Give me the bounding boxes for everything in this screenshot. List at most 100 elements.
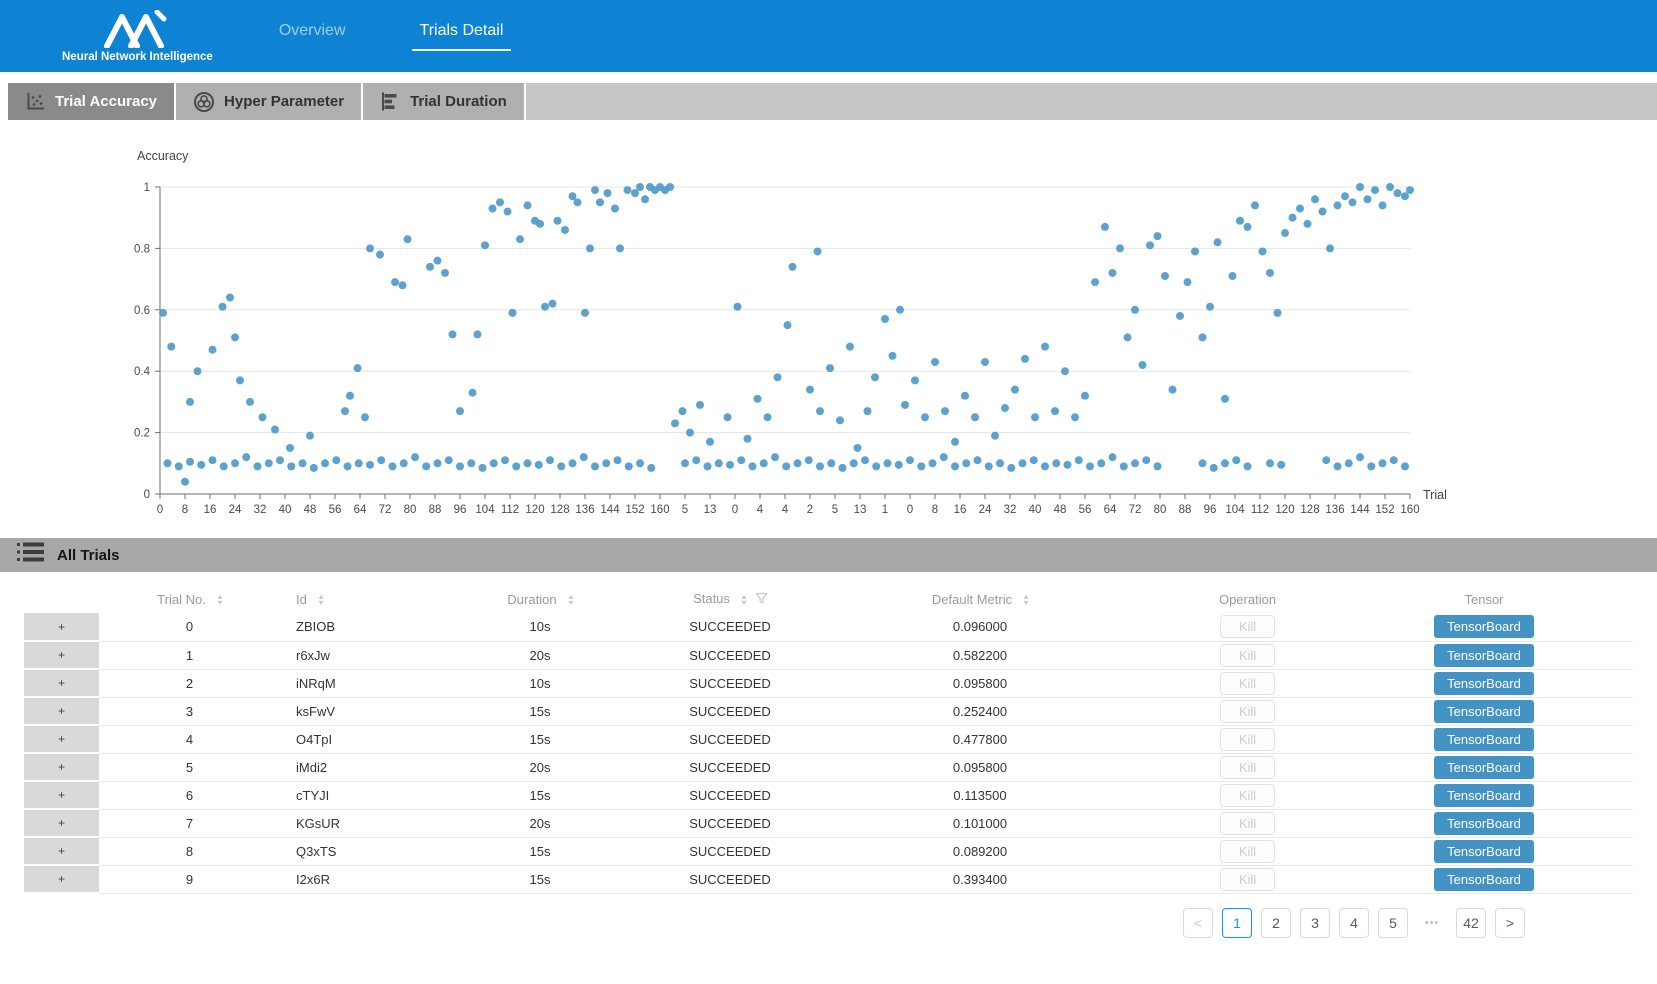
scatter-point[interactable] [1401,462,1409,470]
scatter-point[interactable] [901,401,909,409]
page-ellipsis[interactable]: ••• [1417,908,1447,938]
sort-icon[interactable]: ▴▾ [1024,594,1028,606]
scatter-point[interactable] [1210,464,1218,472]
scatter-point[interactable] [1176,312,1184,320]
scatter-point[interactable] [422,462,430,470]
scatter-point[interactable] [509,309,517,317]
scatter-point[interactable] [1071,413,1079,421]
scatter-point[interactable] [764,413,772,421]
scatter-point[interactable] [512,462,520,470]
scatter-point[interactable] [1379,201,1387,209]
scatter-point[interactable] [611,204,619,212]
page-number-button[interactable]: 1 [1222,908,1252,938]
scatter-point[interactable] [1007,464,1015,472]
scatter-point[interactable] [209,346,217,354]
scatter-point[interactable] [1001,404,1009,412]
scatter-point[interactable] [1341,192,1349,200]
scatter-point[interactable] [929,459,937,467]
scatter-point[interactable] [1061,367,1069,375]
scatter-point[interactable] [1146,241,1154,249]
scatter-point[interactable] [332,456,340,464]
scatter-point[interactable] [864,407,872,415]
row-expander[interactable]: + [24,753,99,781]
scatter-point[interactable] [1161,272,1169,280]
scatter-point[interactable] [931,358,939,366]
sort-icon[interactable]: ▴▾ [742,594,746,606]
row-expander[interactable]: + [24,837,99,865]
scatter-point[interactable] [287,462,295,470]
scatter-point[interactable] [1019,459,1027,467]
scatter-point[interactable] [1232,456,1240,464]
scatter-point[interactable] [1221,459,1229,467]
scatter-point[interactable] [806,386,814,394]
scatter-point[interactable] [666,183,674,191]
row-expander[interactable]: + [24,641,99,669]
scatter-point[interactable] [1326,244,1334,252]
scatter-point[interactable] [941,407,949,415]
scatter-point[interactable] [524,459,532,467]
scatter-point[interactable] [805,456,813,464]
kill-button[interactable]: Kill [1220,812,1275,835]
scatter-point[interactable] [366,461,374,469]
nav-overview[interactable]: Overview [271,22,354,51]
scatter-point[interactable] [1296,204,1304,212]
scatter-point[interactable] [581,309,589,317]
scatter-point[interactable] [1379,459,1387,467]
scatter-point[interactable] [377,456,385,464]
scatter-point[interactable] [1364,195,1372,203]
scatter-point[interactable] [1277,461,1285,469]
scatter-point[interactable] [186,398,194,406]
scatter-point[interactable] [246,398,254,406]
scatter-point[interactable] [917,462,925,470]
scatter-point[interactable] [1274,309,1282,317]
tensorboard-button[interactable]: TensorBoard [1434,840,1534,863]
scatter-point[interactable] [456,407,464,415]
kill-button[interactable]: Kill [1220,615,1275,638]
scatter-point[interactable] [1031,413,1039,421]
row-expander[interactable]: + [24,865,99,893]
scatter-point[interactable] [1319,208,1327,216]
scatter-point[interactable] [896,306,904,314]
scatter-point[interactable] [1131,306,1139,314]
scatter-point[interactable] [614,456,622,464]
scatter-point[interactable] [1311,195,1319,203]
scatter-point[interactable] [706,438,714,446]
scatter-point[interactable] [1097,459,1105,467]
scatter-point[interactable] [839,464,847,472]
scatter-point[interactable] [760,459,768,467]
scatter-point[interactable] [911,376,919,384]
tensorboard-button[interactable]: TensorBoard [1434,868,1534,891]
row-expander[interactable]: + [24,669,99,697]
scatter-point[interactable] [376,251,384,259]
tensorboard-button[interactable]: TensorBoard [1434,728,1534,751]
scatter-point[interactable] [895,461,903,469]
scatter-point[interactable] [554,217,562,225]
scatter-point[interactable] [636,459,644,467]
scatter-point[interactable] [636,183,644,191]
scatter-point[interactable] [1116,244,1124,252]
scatter-point[interactable] [1289,214,1297,222]
scatter-point[interactable] [265,459,273,467]
scatter-point[interactable] [354,364,362,372]
scatter-point[interactable] [1154,232,1162,240]
scatter-point[interactable] [1356,183,1364,191]
scatter-point[interactable] [1251,201,1259,209]
kill-button[interactable]: Kill [1220,728,1275,751]
scatter-point[interactable] [479,464,487,472]
kill-button[interactable]: Kill [1220,784,1275,807]
scatter-point[interactable] [516,235,524,243]
kill-button[interactable]: Kill [1220,840,1275,863]
scatter-point[interactable] [1154,462,1162,470]
scatter-point[interactable] [871,373,879,381]
scatter-point[interactable] [1184,278,1192,286]
scatter-point[interactable] [940,453,948,461]
scatter-point[interactable] [391,278,399,286]
scatter-point[interactable] [724,413,732,421]
scatter-point[interactable] [692,456,700,464]
scatter-point[interactable] [1142,456,1150,464]
scatter-point[interactable] [474,330,482,338]
scatter-point[interactable] [921,413,929,421]
scatter-point[interactable] [586,244,594,252]
scatter-point[interactable] [814,247,822,255]
page-number-button[interactable]: 2 [1261,908,1291,938]
